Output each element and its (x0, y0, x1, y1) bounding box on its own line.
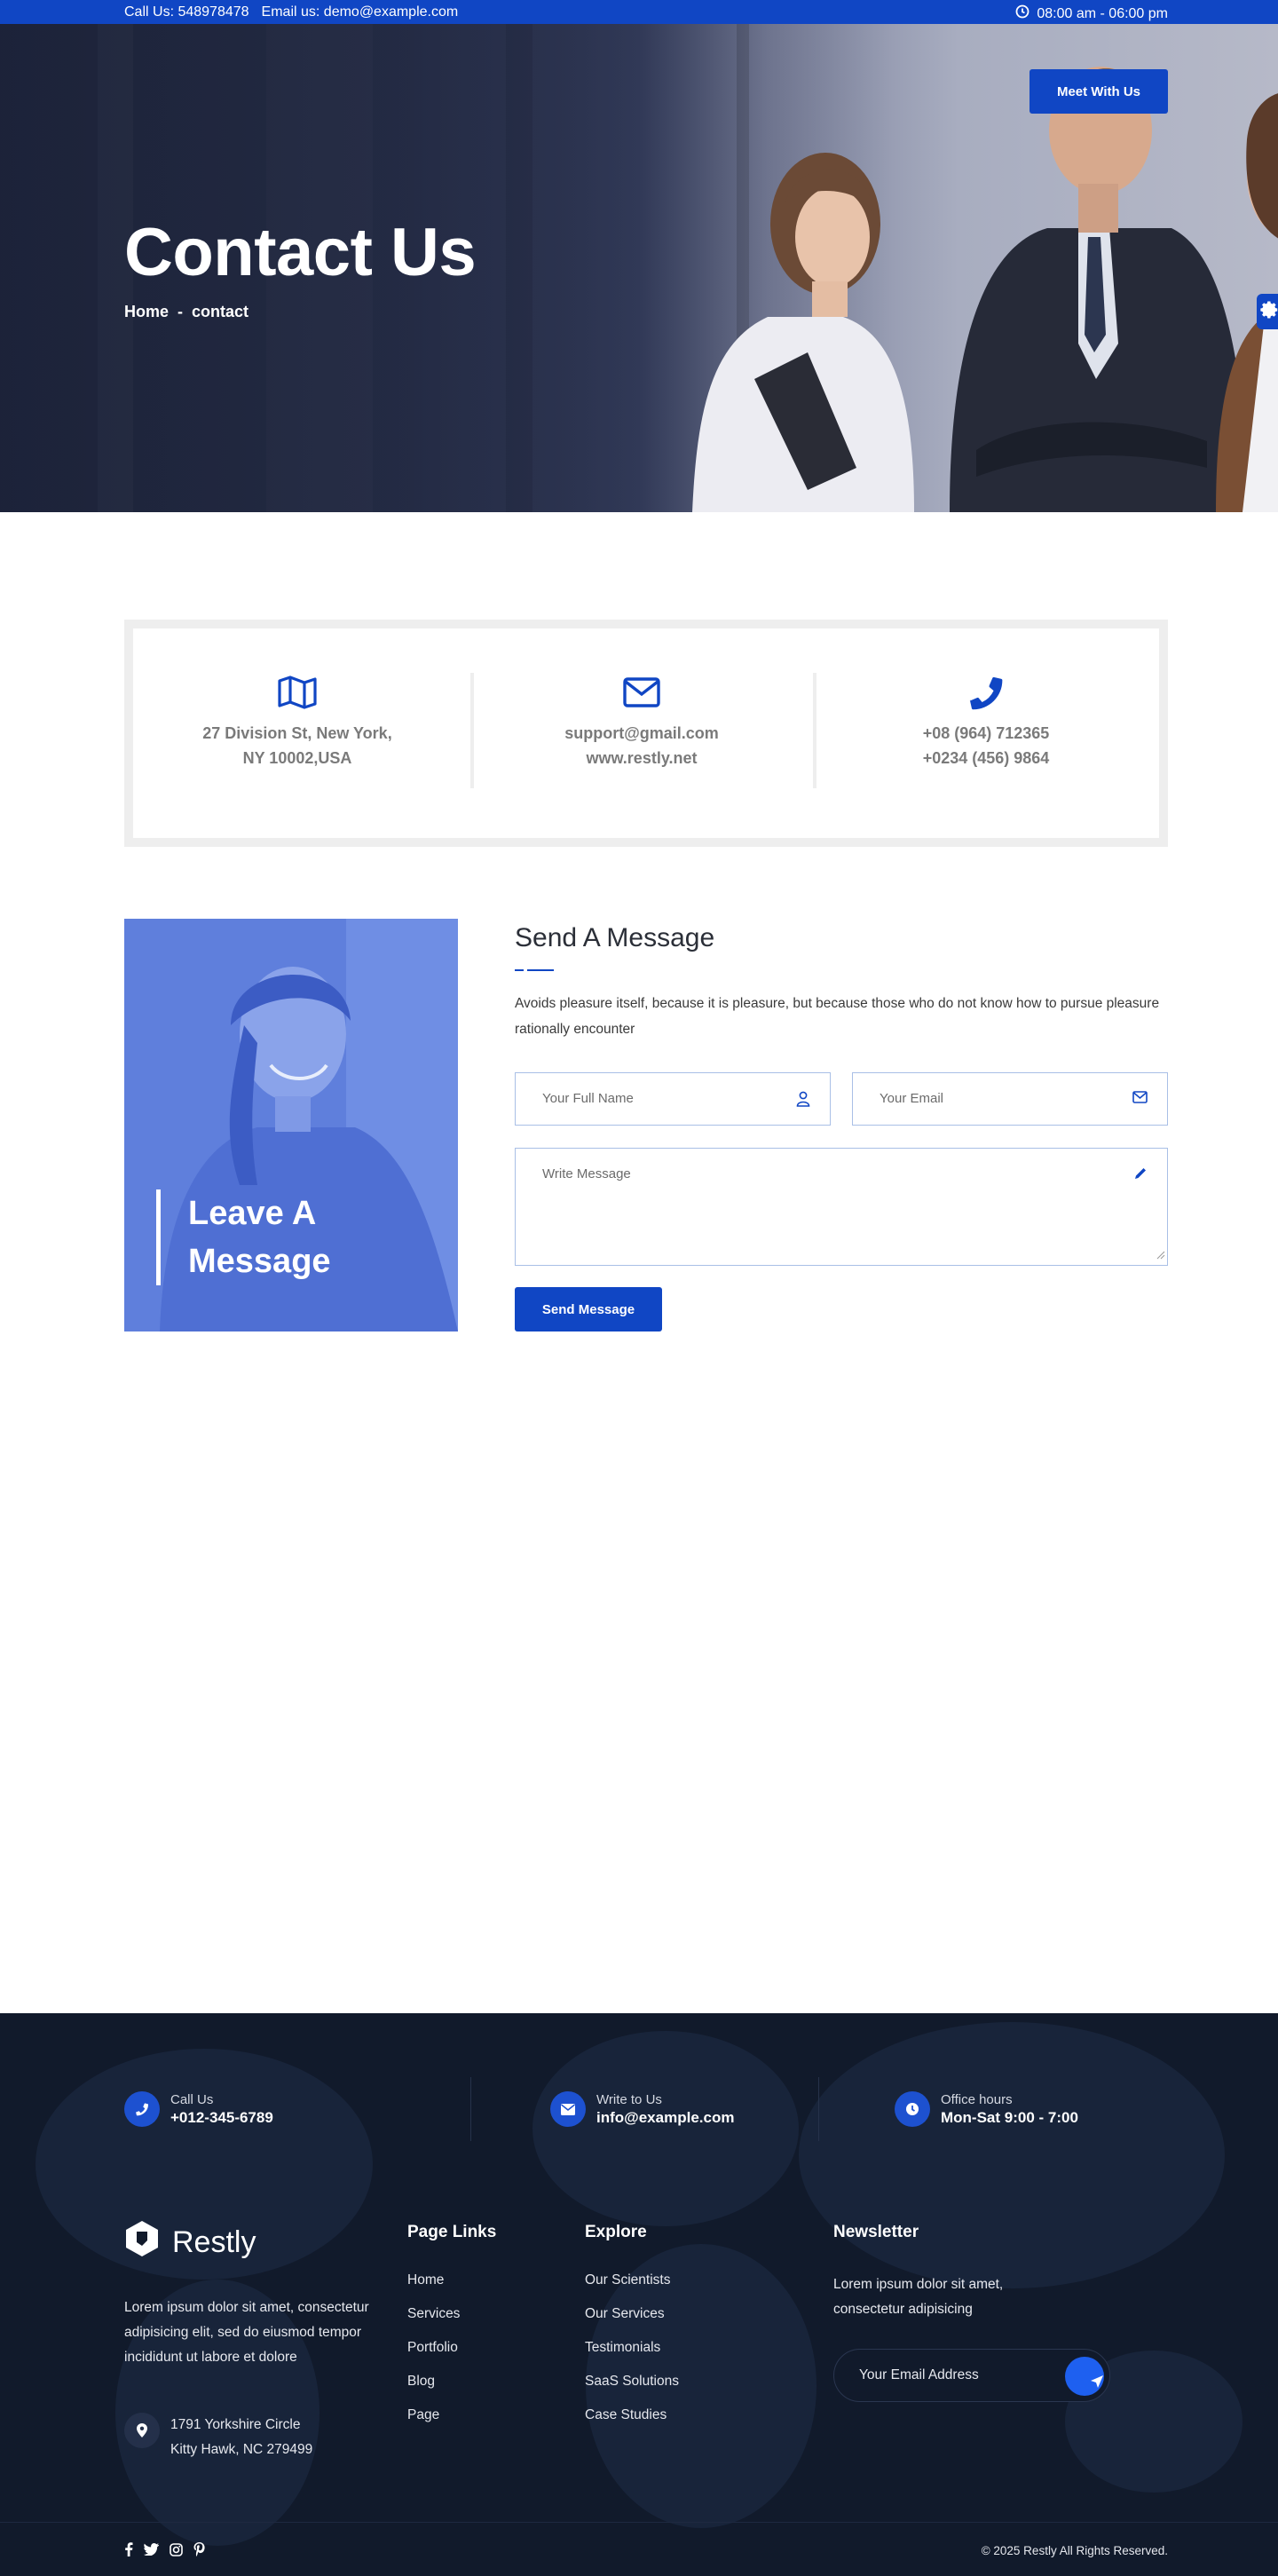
hero-people-image (692, 67, 1278, 512)
info-address: 27 Division St, New York, NY 10002,USA (133, 673, 462, 770)
info-email: support@gmail.com www.restly.net (477, 673, 806, 770)
email-input[interactable]: Your Email (852, 1072, 1168, 1126)
full-name-placeholder: Your Full Name (542, 1091, 634, 1106)
pencil-icon (1133, 1166, 1148, 1184)
message-textarea[interactable]: Write Message (515, 1148, 1168, 1266)
page-links-list: Home Services Portfolio Blog Page (407, 2272, 460, 2441)
full-name-input[interactable]: Your Full Name (515, 1072, 831, 1126)
breadcrumb-current: contact (192, 303, 249, 320)
footer-call: Call Us +012-345-6789 (124, 2091, 273, 2127)
resize-handle[interactable] (1156, 1248, 1165, 1263)
footer-link-case-studies[interactable]: Case Studies (585, 2407, 679, 2441)
social-links (124, 2542, 205, 2561)
send-message-title: Send A Message (515, 923, 715, 952)
footer-write-label: Write to Us (596, 2091, 662, 2107)
leave-message-accent-bar (156, 1189, 161, 1285)
top-bar: Call Us: 548978478 Email us: demo@exampl… (0, 0, 1278, 24)
address-line2: Kitty Hawk, NC 279499 (170, 2442, 313, 2457)
send-message-description: Avoids pleasure itself, because it is pl… (515, 996, 1160, 1037)
footer-link-our-services[interactable]: Our Services (585, 2306, 679, 2340)
footer-link-services[interactable]: Services (407, 2306, 460, 2340)
info-phone-1[interactable]: +08 (964) 712365 (822, 721, 1150, 746)
footer-link-portfolio[interactable]: Portfolio (407, 2340, 460, 2374)
footer: Call Us +012-345-6789 Write to Us info@e… (0, 2013, 1278, 2576)
phone-icon (124, 2091, 160, 2127)
footer-call-value[interactable]: +012-345-6789 (170, 2109, 273, 2127)
newsletter-description: Lorem ipsum dolor sit amet, consectetur … (833, 2277, 1004, 2317)
location-pin-icon (124, 2413, 160, 2448)
facebook-icon[interactable] (124, 2542, 133, 2561)
page-links-title: Page Links (407, 2223, 497, 2241)
footer-write: Write to Us info@example.com (550, 2091, 734, 2127)
user-icon (796, 1091, 810, 1110)
twitter-icon[interactable] (144, 2543, 159, 2560)
info-address-line1: 27 Division St, New York, (202, 724, 392, 742)
message-placeholder: Write Message (542, 1166, 631, 1181)
leave-message-line2: Message (188, 1243, 331, 1280)
envelope-icon (477, 673, 806, 712)
breadcrumb-home[interactable]: Home (124, 303, 169, 321)
clock-icon (1015, 4, 1030, 23)
gear-icon (1260, 300, 1278, 324)
breadcrumb-separator: - (178, 303, 184, 320)
footer-brand-description: Lorem ipsum dolor sit amet, consectetur … (124, 2300, 369, 2365)
logo-icon (124, 2219, 160, 2266)
info-phone: +08 (964) 712365 +0234 (456) 9864 (822, 673, 1150, 770)
newsletter-email-input[interactable]: Your Email Address (833, 2349, 1110, 2402)
email-placeholder: Your Email (880, 1091, 943, 1106)
meet-with-us-button[interactable]: Meet With Us (1030, 69, 1168, 114)
leave-message-line1: Leave A (188, 1195, 317, 1232)
instagram-icon[interactable] (170, 2542, 183, 2561)
envelope-icon (1132, 1091, 1148, 1107)
explore-title: Explore (585, 2223, 647, 2241)
footer-write-value[interactable]: info@example.com (596, 2109, 734, 2127)
explore-links-list: Our Scientists Our Services Testimonials… (585, 2272, 679, 2441)
info-phone-2[interactable]: +0234 (456) 9864 (822, 746, 1150, 770)
envelope-icon (550, 2091, 586, 2127)
paper-plane-icon (1090, 2375, 1104, 2393)
footer-hours-value: Mon-Sat 9:00 - 7:00 (941, 2108, 1078, 2126)
top-bar-hours: 08:00 am - 06:00 pm (1037, 5, 1168, 21)
footer-brand[interactable]: Restly (124, 2219, 256, 2266)
footer-hours: Office hours Mon-Sat 9:00 - 7:00 (895, 2091, 1078, 2127)
newsletter-placeholder: Your Email Address (859, 2367, 979, 2382)
breadcrumb: Home - contact (124, 303, 248, 321)
contact-info-box: 27 Division St, New York, NY 10002,USA s… (124, 620, 1168, 847)
leave-message-heading: Leave A Message (188, 1189, 383, 1285)
map-icon (133, 673, 462, 712)
top-bar-email[interactable]: Email us: demo@example.com (262, 4, 459, 20)
info-address-line2: NY 10002,USA (242, 749, 352, 767)
title-underline (515, 969, 554, 971)
brand-name: Restly (172, 2225, 256, 2259)
info-website[interactable]: www.restly.net (477, 746, 806, 770)
send-message-button[interactable]: Send Message (515, 1287, 662, 1331)
footer-address: 1791 Yorkshire Circle Kitty Hawk, NC 279… (124, 2413, 312, 2462)
phone-icon (822, 673, 1150, 712)
newsletter-title: Newsletter (833, 2223, 919, 2241)
footer-hours-label: Office hours (941, 2091, 1013, 2107)
clock-icon (895, 2091, 930, 2127)
copyright: © 2025 Restly All Rights Reserved. (981, 2544, 1168, 2557)
hero-banner: Contact Us Home - contact Meet With Us (0, 24, 1278, 512)
footer-link-blog[interactable]: Blog (407, 2374, 460, 2407)
pinterest-icon[interactable] (193, 2542, 205, 2561)
footer-link-page[interactable]: Page (407, 2407, 460, 2441)
footer-link-home[interactable]: Home (407, 2272, 460, 2306)
footer-link-saas-solutions[interactable]: SaaS Solutions (585, 2374, 679, 2407)
info-email-address[interactable]: support@gmail.com (477, 721, 806, 746)
settings-panel-toggle[interactable] (1257, 294, 1278, 329)
page-title: Contact Us (124, 215, 477, 290)
top-bar-phone[interactable]: Call Us: 548978478 (124, 4, 249, 20)
footer-link-testimonials[interactable]: Testimonials (585, 2340, 679, 2374)
newsletter-submit-button[interactable] (1065, 2357, 1104, 2396)
footer-call-label: Call Us (170, 2091, 214, 2107)
address-line1: 1791 Yorkshire Circle (170, 2417, 301, 2432)
footer-link-our-scientists[interactable]: Our Scientists (585, 2272, 679, 2306)
